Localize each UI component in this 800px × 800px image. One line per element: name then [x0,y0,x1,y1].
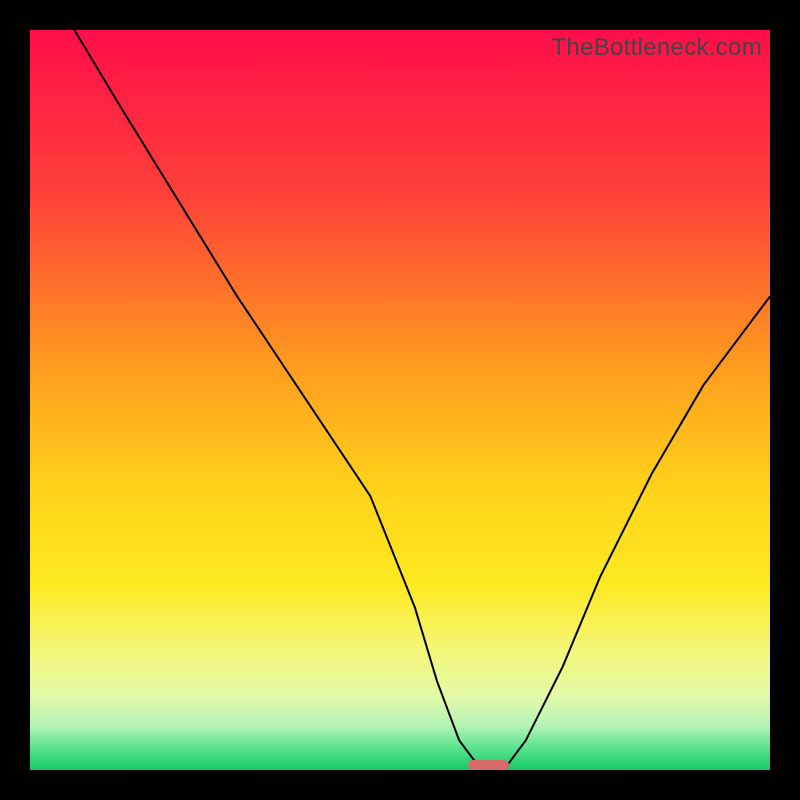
optimal-range-marker [468,760,509,770]
chart-frame: TheBottleneck.com [0,0,800,800]
bottleneck-curve [30,30,770,770]
plot-area: TheBottleneck.com [30,30,770,770]
